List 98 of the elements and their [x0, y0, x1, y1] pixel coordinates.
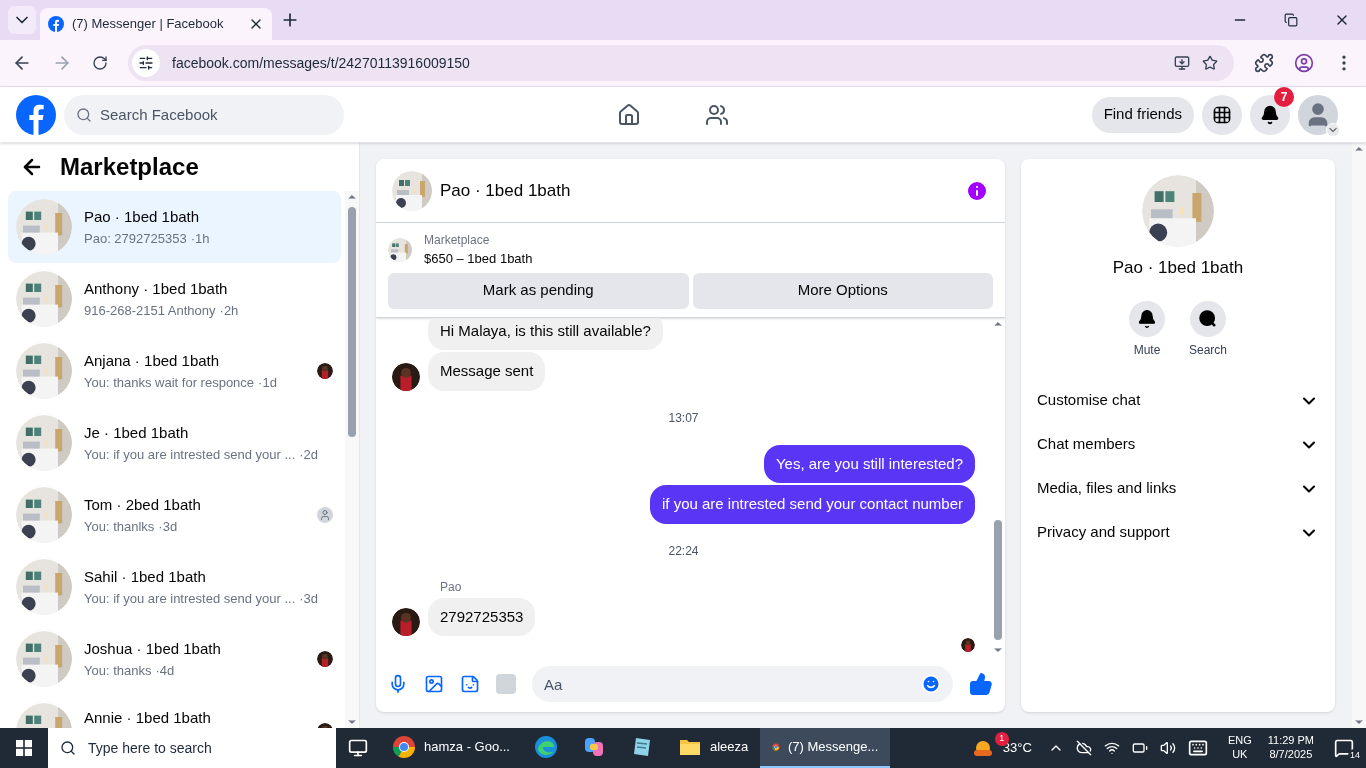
- scrollbar[interactable]: [345, 191, 359, 728]
- timestamp: 22:24: [668, 542, 699, 560]
- like-icon[interactable]: [969, 672, 993, 696]
- message-time: ·3d: [158, 517, 178, 536]
- address-bar[interactable]: facebook.com/messages/t/24270113916009150: [128, 45, 1234, 81]
- windows-logo-icon[interactable]: [16, 740, 32, 756]
- outgoing-message: Yes, are you still interested?: [763, 444, 975, 483]
- microphone-icon[interactable]: [388, 674, 408, 694]
- taskbar-app[interactable]: hamza - Goo...: [380, 728, 522, 768]
- listing-action-button[interactable]: More Options: [692, 272, 993, 309]
- message-time: ·1d: [258, 373, 277, 392]
- taskbar-search-field[interactable]: Type here to search: [48, 728, 336, 768]
- reload-icon[interactable]: [92, 55, 108, 71]
- conversation-name: Joshua · 1bed 1bath: [84, 639, 222, 659]
- home-icon[interactable]: [616, 102, 641, 127]
- conversation-item[interactable]: Tom · 2bed 1bath You: thanlks ·3d: [8, 479, 341, 551]
- notifications-icon[interactable]: [1250, 94, 1290, 135]
- conversation-item[interactable]: Anjana · 1bed 1bath You: thanks wait for responce ·1d: [8, 335, 341, 407]
- keyboard-icon[interactable]: [1187, 738, 1208, 758]
- wave-logo-icon: [534, 735, 558, 759]
- message-preview: You: thanks: [84, 661, 152, 680]
- outgoing-message: if you are intrested send your contact number: [650, 485, 975, 524]
- sticker-icon[interactable]: [460, 674, 480, 694]
- task-view-icon[interactable]: [348, 738, 368, 758]
- message-time: ·3d: [299, 589, 319, 608]
- conversation-item[interactable]: Anthony · 1bed 1bath 916-268-2151 Anthony ·2h: [8, 263, 341, 335]
- search-icon: [1190, 300, 1226, 337]
- timestamp: 13:07: [668, 409, 699, 427]
- apps-menu-icon[interactable]: [1202, 94, 1242, 135]
- battery-icon[interactable]: [1131, 740, 1148, 756]
- conversation-name: Sahil · 1bed 1bath: [84, 567, 207, 587]
- account-avatar-icon[interactable]: [1298, 94, 1338, 135]
- search-button[interactable]: Search: [1189, 300, 1227, 359]
- taskbar-app[interactable]: (7) Messenge...: [760, 728, 891, 768]
- conversation-name: Pao · 1bed 1bath: [84, 207, 201, 227]
- conversation-name: Anjana · 1bed 1bath: [84, 351, 221, 371]
- language-indicator[interactable]: ENG UK: [1227, 734, 1252, 762]
- section-item[interactable]: Chat members: [1037, 422, 1319, 467]
- extensions-icon[interactable]: [1254, 53, 1274, 73]
- clock[interactable]: 11:29 PM 8/7/2025: [1267, 734, 1314, 762]
- message-preview: You: thanlks: [84, 517, 155, 536]
- taskbar-app[interactable]: aleeza: [666, 728, 761, 768]
- message-time: ·4d: [155, 661, 175, 680]
- conversation-name: Anthony · 1bed 1bath: [84, 279, 229, 299]
- browser-icon: [392, 735, 416, 759]
- profile-icon[interactable]: [1294, 53, 1314, 73]
- section-item[interactable]: Privacy and support: [1037, 510, 1319, 555]
- conversation-item[interactable]: Pao · 1bed 1bath Pao: 2792725353 ·1h: [8, 191, 341, 263]
- conversation-name: Je · 1bed 1bath: [84, 423, 190, 443]
- chat-title: Pao · 1bed 1bath: [440, 179, 572, 202]
- message-time: ·2d: [299, 445, 319, 464]
- cloud-off-icon[interactable]: [1075, 740, 1092, 756]
- sidebar-title: Marketplace: [60, 152, 199, 182]
- incoming-message: 2792725353: [428, 597, 536, 636]
- conversation-item[interactable]: Sahil · 1bed 1bath You: if you are intrested send your ... ·3d: [8, 551, 341, 623]
- conversation-item[interactable]: Joshua · 1bed 1bath You: thanks ·4d: [8, 623, 341, 695]
- message-field[interactable]: Aa: [532, 666, 953, 702]
- search-icon: [76, 106, 92, 123]
- wifi-icon[interactable]: [1103, 740, 1120, 756]
- message-time: ·1h: [190, 229, 210, 248]
- volume-icon[interactable]: [1159, 740, 1176, 756]
- message-preview: You: if you are intrested send your ...: [84, 589, 296, 608]
- tab-list-icon[interactable]: [8, 6, 36, 34]
- listing-title: $650 – 1bed 1bath: [424, 250, 533, 268]
- message-time: ·2h: [219, 301, 239, 320]
- scrollbar-thumb[interactable]: [348, 207, 356, 437]
- bookmark-star-icon[interactable]: [1202, 55, 1218, 71]
- swirl-logo-icon: [582, 735, 606, 759]
- incoming-message: Hi Malaya, is this still available?: [428, 317, 663, 350]
- groups-icon[interactable]: [704, 102, 729, 127]
- find-friends-button[interactable]: Find friends: [1091, 96, 1194, 133]
- conversation-name: Annie · 1bed 1bath: [84, 707, 212, 728]
- bell-icon: [1129, 300, 1165, 337]
- search-icon: [60, 740, 76, 756]
- mute-button[interactable]: Mute: [1129, 300, 1165, 359]
- f-logo-icon[interactable]: [16, 94, 56, 135]
- browser-tab[interactable]: (7) Messenger | Facebook: [40, 8, 272, 40]
- section-item[interactable]: Media, files and links: [1037, 466, 1319, 511]
- conversation-name: Tom · 2bed 1bath: [84, 495, 202, 515]
- install-icon[interactable]: [1174, 55, 1190, 71]
- site-settings-icon[interactable]: [132, 49, 160, 77]
- listing-label: Marketplace: [424, 232, 491, 249]
- message-preview: Pao: 2792725353: [84, 229, 187, 248]
- search-field[interactable]: Search Facebook: [64, 94, 344, 135]
- message-preview: You: thanks wait for responce: [84, 373, 255, 392]
- photo-icon[interactable]: [424, 674, 444, 694]
- message-preview: 916-268-2151 Anthony: [84, 301, 216, 320]
- sender-name: Pao: [440, 579, 462, 594]
- conversation-item[interactable]: Je · 1bed 1bath You: if you are intrested send your ... ·2d: [8, 407, 341, 479]
- restore-icon[interactable]: [1284, 13, 1298, 27]
- scrollbar-thumb[interactable]: [994, 520, 1002, 640]
- message-preview: You: if you are intrested send your ...: [84, 445, 296, 464]
- incoming-message: Message sent: [428, 352, 546, 391]
- scrollbar[interactable]: [1352, 143, 1366, 728]
- listing-action-button[interactable]: Mark as pending: [388, 272, 689, 309]
- section-item[interactable]: Customise chat: [1037, 378, 1319, 423]
- f-logo-icon: [48, 16, 64, 32]
- contact-name: Pao · 1bed 1bath: [1112, 257, 1244, 279]
